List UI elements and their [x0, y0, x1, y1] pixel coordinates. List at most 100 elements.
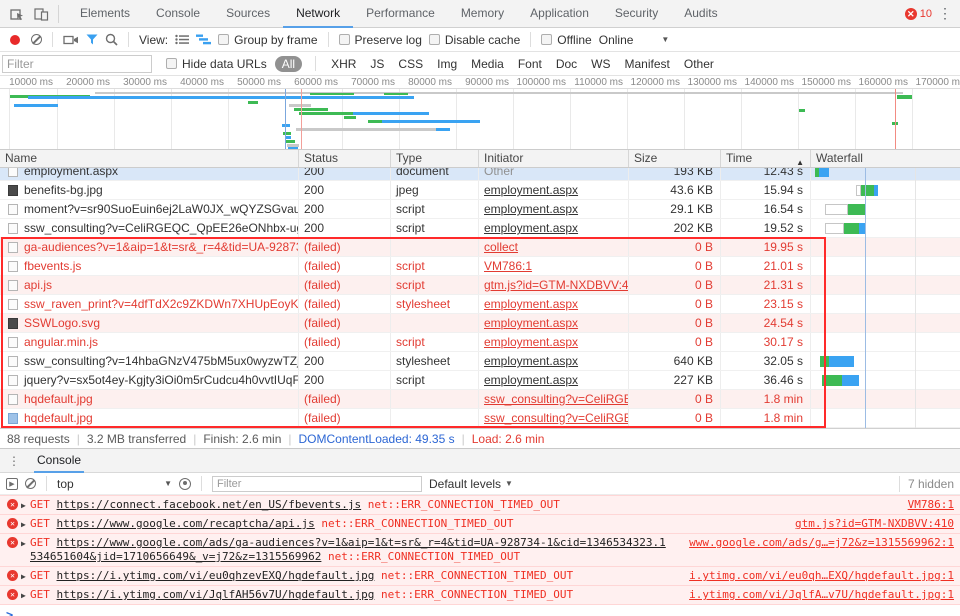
expand-arrow-icon[interactable]: ▶ [21, 518, 26, 532]
request-initiator-link[interactable]: employment.aspx [484, 221, 578, 235]
request-url-link[interactable]: https://i.ytimg.com/vi/JqlfAH56v7U/hqdef… [57, 588, 375, 601]
request-initiator-link[interactable]: employment.aspx [484, 183, 578, 197]
request-initiator-link[interactable]: collect [484, 240, 518, 254]
request-initiator-link[interactable]: ssw_consulting?v=CeliRGEQ... [484, 392, 628, 406]
request-row[interactable]: SSWLogo.svg(failed)employment.aspx0 B24.… [0, 314, 960, 333]
use-request-rows-icon[interactable] [175, 34, 189, 45]
console-error-message[interactable]: ✕▶GET https://connect.facebook.net/en_US… [0, 495, 960, 515]
column-header-time[interactable]: Time▲ [720, 150, 810, 167]
tab-memory[interactable]: Memory [448, 0, 517, 28]
tab-network[interactable]: Network [283, 0, 353, 28]
request-initiator-link[interactable]: employment.aspx [484, 316, 578, 330]
request-row[interactable]: api.js(failed)scriptgtm.js?id=GTM-NXDBVV… [0, 276, 960, 295]
message-source-link[interactable]: gtm.js?id=GTM-NXDBVV:410 [795, 517, 954, 531]
capture-screenshots-icon[interactable] [63, 34, 79, 46]
summary-item[interactable]: Load: 2.6 min [472, 432, 545, 446]
console-filter-input[interactable] [212, 476, 422, 492]
request-row[interactable]: hqdefault.jpg(failed)ssw_consulting?v=Ce… [0, 409, 960, 428]
expand-arrow-icon[interactable]: ▶ [21, 570, 26, 584]
filter-type-xhr[interactable]: XHR [329, 57, 358, 71]
column-header-size[interactable]: Size [628, 150, 720, 167]
request-row[interactable]: ssw_raven_print?v=4dfTdX2c9ZKDWn7XHUpEoy… [0, 295, 960, 314]
filter-type-img[interactable]: Img [435, 57, 459, 71]
show-console-sidebar-icon[interactable]: ▶ [6, 478, 18, 490]
inspect-element-icon[interactable] [6, 3, 28, 25]
tab-application[interactable]: Application [517, 0, 602, 28]
request-row[interactable]: employment.aspx200documentOther193 KB12.… [0, 168, 960, 181]
network-overview[interactable]: 10000 ms20000 ms30000 ms40000 ms50000 ms… [0, 76, 960, 150]
execution-context-dropdown[interactable]: top ▼ [57, 477, 172, 491]
console-error-message[interactable]: ✕▶GET https://i.ytimg.com/vi/JqlfAH56v7U… [0, 586, 960, 605]
tab-performance[interactable]: Performance [353, 0, 448, 28]
clear-console-icon[interactable] [25, 478, 36, 489]
request-initiator-link[interactable]: VM786:1 [484, 259, 532, 273]
expand-arrow-icon[interactable]: ▶ [21, 537, 26, 551]
tab-console[interactable]: Console [143, 0, 213, 28]
column-header-status[interactable]: Status [298, 150, 390, 167]
error-count-badge[interactable]: ✕ 10 [905, 8, 932, 20]
network-filter-input[interactable] [2, 55, 152, 73]
summary-item[interactable]: DOMContentLoaded: 49.35 s [299, 432, 455, 446]
message-source-link[interactable]: i.ytimg.com/vi/eu0qh…EXQ/hqdefault.jpg:1 [689, 569, 954, 583]
tab-audits[interactable]: Audits [671, 0, 730, 28]
filter-type-other[interactable]: Other [682, 57, 716, 71]
tab-elements[interactable]: Elements [67, 0, 143, 28]
request-row[interactable]: ssw_consulting?v=CeliRGEQC_QpEE26eONhbx-… [0, 219, 960, 238]
network-filter-icon[interactable] [86, 34, 98, 45]
request-initiator-link[interactable]: employment.aspx [484, 354, 578, 368]
request-row[interactable]: jquery?v=sx5ot4ey-Kgjty3iOi0m5rCudcu4h0v… [0, 371, 960, 390]
request-row[interactable]: fbevents.js(failed)scriptVM786:10 B21.01… [0, 257, 960, 276]
tab-security[interactable]: Security [602, 0, 671, 28]
show-overview-icon[interactable] [196, 34, 211, 45]
live-expression-icon[interactable] [179, 478, 191, 490]
filter-type-css[interactable]: CSS [396, 57, 425, 71]
message-source-link[interactable]: VM786:1 [908, 498, 954, 512]
toggle-device-toolbar-icon[interactable] [30, 3, 52, 25]
expand-arrow-icon[interactable]: ▶ [21, 499, 26, 513]
offline-checkbox[interactable] [541, 34, 552, 45]
record-network-log-icon[interactable] [10, 35, 20, 45]
request-initiator-link[interactable]: employment.aspx [484, 297, 578, 311]
tab-console-drawer[interactable]: Console [34, 449, 84, 473]
disable-cache-checkbox[interactable] [429, 34, 440, 45]
message-source-link[interactable]: i.ytimg.com/vi/JqlfA…v7U/hqdefault.jpg:1 [689, 588, 954, 602]
request-url-link[interactable]: https://i.ytimg.com/vi/eu0qhzevEXQ/hqdef… [57, 569, 375, 582]
request-initiator-link[interactable]: gtm.js?id=GTM-NXDBVV:410 [484, 278, 628, 292]
filter-type-font[interactable]: Font [516, 57, 544, 71]
console-prompt[interactable]: > [0, 605, 960, 616]
filter-type-all[interactable]: All [275, 56, 302, 72]
request-initiator-link[interactable]: ssw_consulting?v=CeliRGEQ... [484, 411, 628, 425]
request-row[interactable]: moment?v=sr90SuoEuin6ej2LaW0JX_wQYZSGvau… [0, 200, 960, 219]
hide-data-urls-checkbox[interactable] [166, 58, 177, 69]
devtools-menu-icon[interactable]: ⋮ [938, 5, 952, 22]
request-row[interactable]: ga-audiences?v=1&aip=1&t=sr&_r=4&tid=UA-… [0, 238, 960, 257]
column-header-name[interactable]: Name [0, 150, 298, 167]
network-search-icon[interactable] [105, 33, 118, 46]
column-header-initiator[interactable]: Initiator [478, 150, 628, 167]
request-row[interactable]: angular.min.js(failed)scriptemployment.a… [0, 333, 960, 352]
request-row[interactable]: ssw_consulting?v=14hbaGNzV475bM5ux0wyzwT… [0, 352, 960, 371]
request-initiator-link[interactable]: employment.aspx [484, 202, 578, 216]
filter-type-manifest[interactable]: Manifest [623, 57, 672, 71]
request-row[interactable]: hqdefault.jpg(failed)ssw_consulting?v=Ce… [0, 390, 960, 409]
console-error-message[interactable]: ✕▶GET https://www.google.com/ads/ga-audi… [0, 534, 960, 567]
request-initiator-link[interactable]: employment.aspx [484, 335, 578, 349]
throttling-dropdown[interactable]: Online ▼ [599, 33, 670, 47]
filter-type-js[interactable]: JS [368, 57, 386, 71]
filter-type-doc[interactable]: Doc [554, 57, 579, 71]
expand-arrow-icon[interactable]: ▶ [21, 589, 26, 603]
request-url-link[interactable]: https://connect.facebook.net/en_US/fbeve… [57, 498, 362, 511]
log-levels-dropdown[interactable]: Default levels ▼ [429, 477, 513, 491]
filter-type-ws[interactable]: WS [589, 57, 612, 71]
drawer-menu-icon[interactable]: ⋮ [8, 454, 20, 468]
message-source-link[interactable]: www.google.com/ads/g…=j72&z=1315569962:1 [689, 536, 954, 550]
tab-sources[interactable]: Sources [213, 0, 283, 28]
filter-type-media[interactable]: Media [469, 57, 506, 71]
console-error-message[interactable]: ✕▶GET https://i.ytimg.com/vi/eu0qhzevEXQ… [0, 567, 960, 586]
request-row[interactable]: benefits-bg.jpg200jpegemployment.aspx43.… [0, 181, 960, 200]
group-by-frame-checkbox[interactable] [218, 34, 229, 45]
clear-network-log-icon[interactable] [31, 34, 42, 45]
preserve-log-checkbox[interactable] [339, 34, 350, 45]
request-url-link[interactable]: https://www.google.com/recaptcha/api.js [57, 517, 315, 530]
console-error-message[interactable]: ✕▶GET https://www.google.com/recaptcha/a… [0, 515, 960, 534]
